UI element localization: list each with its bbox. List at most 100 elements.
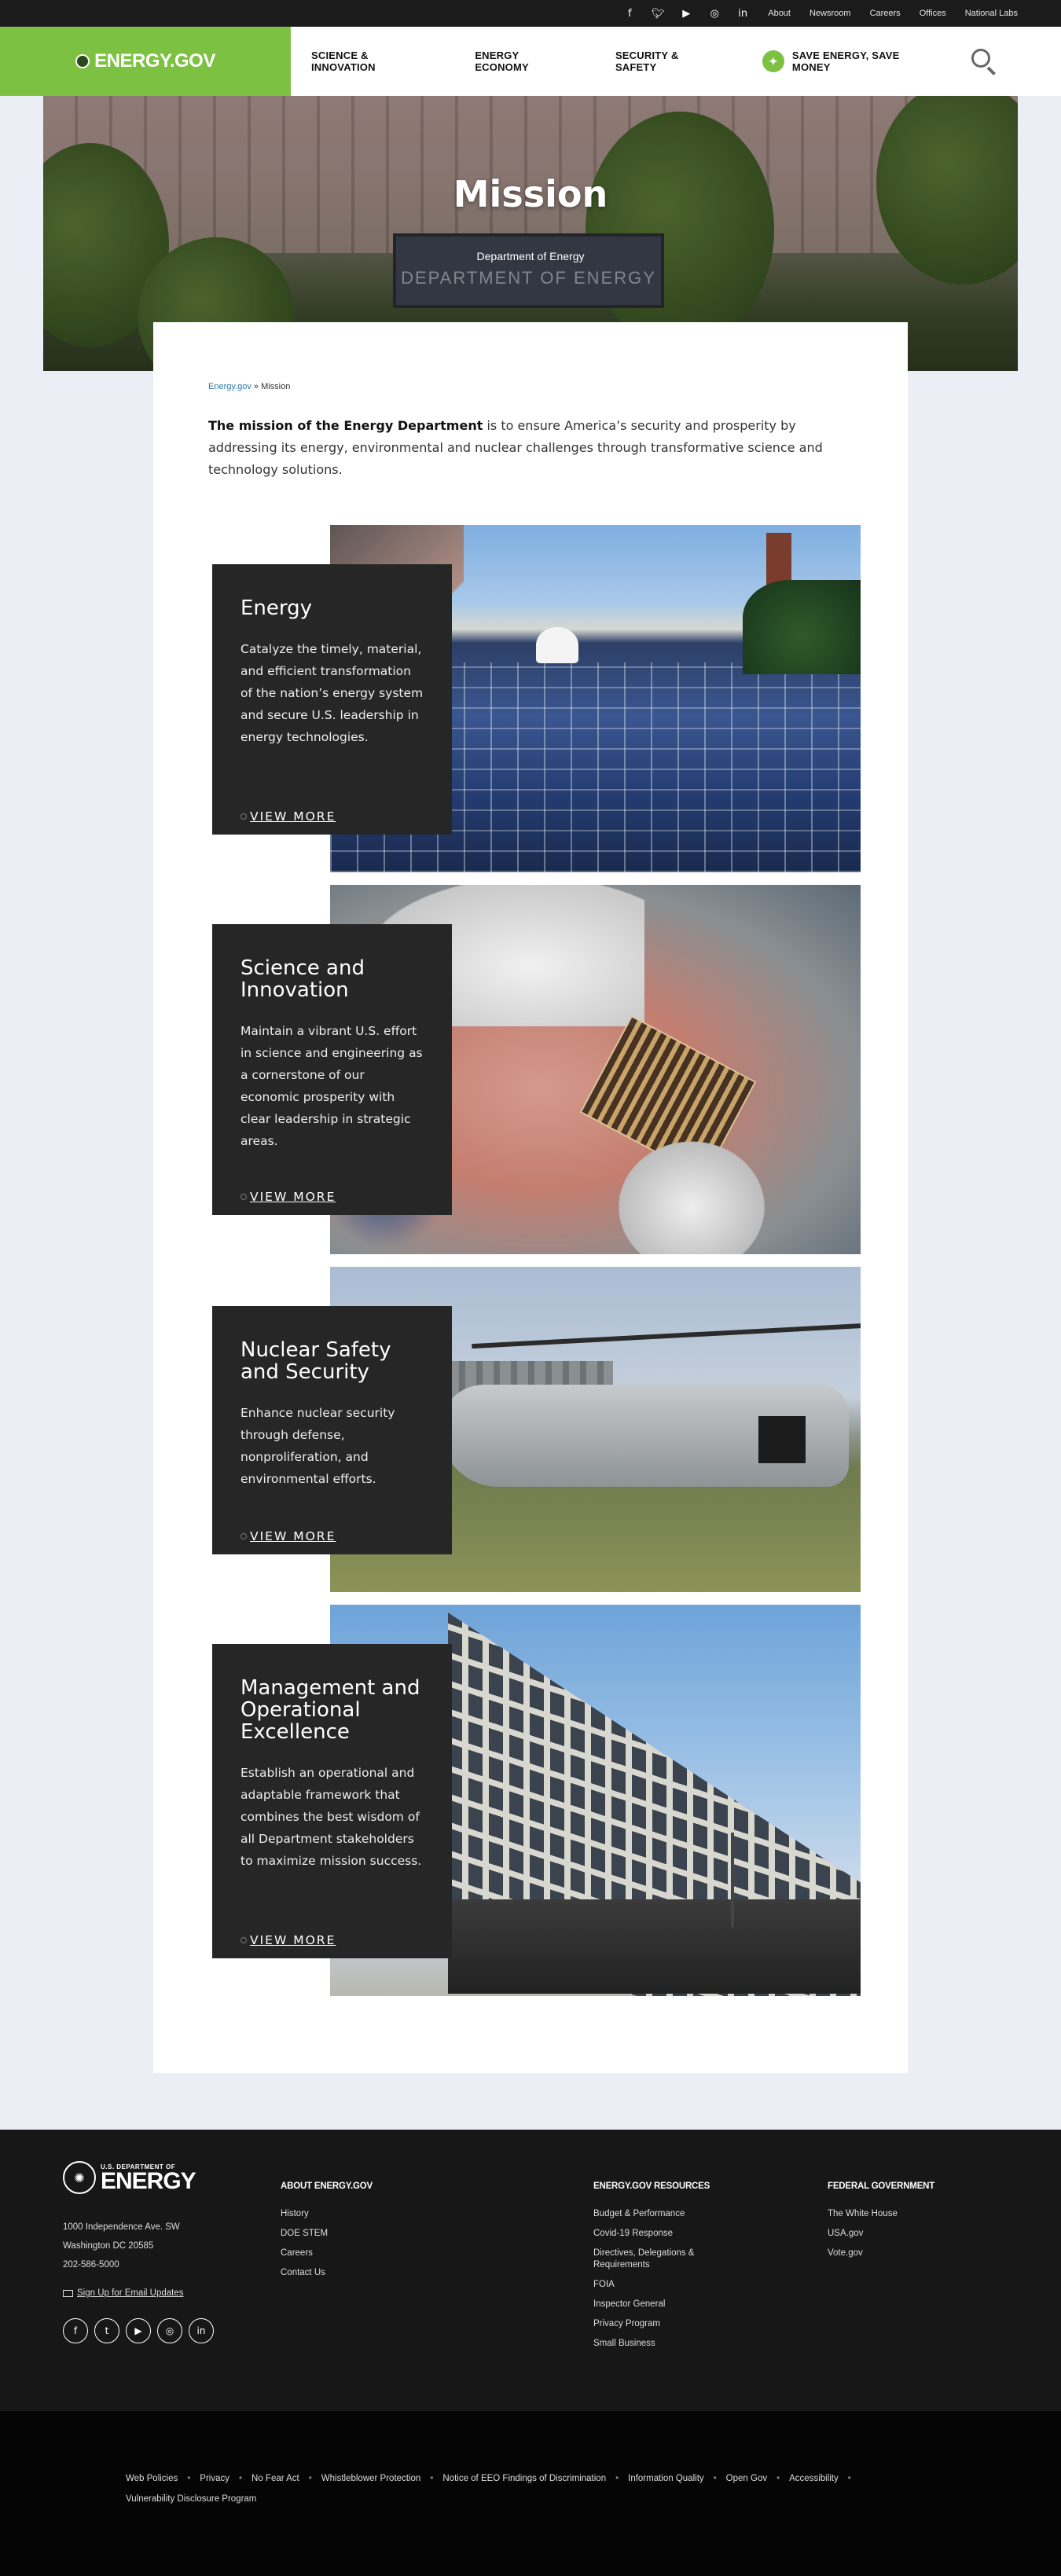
sub-footer: Web Policies • Privacy • No Fear Act • Whis…	[0, 2411, 1061, 2576]
site-header: ENERGY.GOV SCIENCE & INNOVATION ENERGY E…	[0, 27, 1061, 96]
nav-science-innovation[interactable]: SCIENCE & INNOVATION	[311, 50, 435, 73]
mission-card: Management and Operational Excellence Es…	[212, 1644, 452, 1958]
nav-save-energy[interactable]: ✦ SAVE ENERGY, SAVE MONEY	[762, 50, 940, 73]
utility-bar: f 🐦︎ ▶ ◎ in About Newsroom Careers Offic…	[0, 0, 1061, 27]
utility-link-offices[interactable]: Offices	[920, 9, 946, 18]
legal-link-open-gov[interactable]: Open Gov	[726, 2474, 767, 2483]
nav-security-safety[interactable]: SECURITY & SAFETY	[615, 50, 722, 73]
linkedin-icon[interactable]: in	[189, 2318, 214, 2343]
instagram-icon[interactable]: ◎	[157, 2318, 182, 2343]
footer-logo-big: ENERGY	[101, 2167, 196, 2194]
footer-col-title: FEDERAL GOVERNMENT	[828, 2182, 935, 2191]
view-more-link[interactable]: VIEW MORE	[240, 809, 336, 824]
mission-block-science: Science and Innovation Maintain a vibran…	[208, 885, 864, 1254]
footer-link-contact[interactable]: Contact Us	[281, 2267, 593, 2279]
legal-link-vulnerability-disclosure[interactable]: Vulnerability Disclosure Program	[126, 2494, 256, 2504]
chevron-icon	[240, 813, 247, 820]
address-line-2: Washington DC 20585	[63, 2241, 154, 2251]
view-more-label: VIEW MORE	[250, 1529, 336, 1543]
utility-links: About Newsroom Careers Offices National …	[768, 9, 1018, 18]
footer-address: 1000 Independence Ave. SW Washington DC …	[63, 2218, 281, 2274]
site-logo[interactable]: ENERGY.GOV	[0, 27, 291, 96]
chevron-icon	[240, 1937, 247, 1943]
nav-save-energy-label: SAVE ENERGY, SAVE MONEY	[791, 50, 900, 73]
breadcrumb: Energy.gov » Mission	[208, 382, 853, 391]
utility-link-careers[interactable]: Careers	[870, 9, 901, 18]
instagram-icon[interactable]: ◎	[708, 7, 721, 20]
linkedin-icon[interactable]: in	[736, 7, 749, 20]
utility-social-links: f 🐦︎ ▶ ◎ in	[623, 7, 749, 20]
facebook-icon[interactable]: f	[623, 7, 636, 20]
footer-link-covid[interactable]: Covid-19 Response	[593, 2228, 828, 2240]
mission-card: Energy Catalyze the timely, material, an…	[212, 564, 452, 835]
logo-text: ENERGY.GOV	[94, 50, 215, 72]
footer-link-history[interactable]: History	[281, 2208, 593, 2220]
mission-statement-bold: The mission of the Energy Department	[208, 418, 483, 433]
legal-link-whistleblower[interactable]: Whistleblower Protection	[321, 2474, 421, 2483]
footer-link-inspector-general[interactable]: Inspector General	[593, 2299, 828, 2310]
legal-link-web-policies[interactable]: Web Policies	[126, 2474, 178, 2483]
legal-link-no-fear-act[interactable]: No Fear Act	[251, 2474, 299, 2483]
envelope-icon	[63, 2289, 73, 2297]
utility-link-newsroom[interactable]: Newsroom	[810, 9, 851, 18]
mission-card-text: Catalyze the timely, material, and effic…	[240, 642, 424, 744]
footer-link-directives[interactable]: Directives, Delegations & Requirements	[593, 2248, 735, 2271]
youtube-icon[interactable]: ▶	[680, 7, 692, 20]
search-icon[interactable]	[968, 46, 1000, 77]
view-more-link[interactable]: VIEW MORE	[240, 1933, 336, 1947]
footer-col-title: ENERGY.GOV RESOURCES	[593, 2182, 710, 2191]
utility-link-national-labs[interactable]: National Labs	[965, 9, 1018, 18]
twitter-icon[interactable]: t	[94, 2318, 119, 2343]
view-more-link[interactable]: VIEW MORE	[240, 1529, 336, 1543]
legal-link-privacy[interactable]: Privacy	[200, 2474, 229, 2483]
legal-link-eeo-findings[interactable]: Notice of EEO Findings of Discrimination	[442, 2474, 606, 2483]
mission-card-title: Science and Innovation	[240, 956, 365, 1002]
footer-link-budget[interactable]: Budget & Performance	[593, 2208, 828, 2220]
footer-link-foia[interactable]: FOIA	[593, 2279, 828, 2291]
footer-col-about: ABOUT ENERGY.GOV History DOE STEM Career…	[281, 2182, 593, 2411]
mission-card-text: Enhance nuclear security through defense…	[240, 1406, 395, 1486]
utility-link-about[interactable]: About	[768, 9, 791, 18]
footer-social-links: f t ▶ ◎ in	[63, 2318, 281, 2343]
legal-link-information-quality[interactable]: Information Quality	[628, 2474, 704, 2483]
footer-logo[interactable]: ✺ U.S. DEPARTMENT OF ENERGY	[63, 2161, 281, 2194]
lightbulb-icon: ✦	[762, 50, 784, 72]
footer-col-resources: ENERGY.GOV RESOURCES Budget & Performanc…	[593, 2182, 828, 2411]
facebook-icon[interactable]: f	[63, 2318, 88, 2343]
mission-card-title: Management and Operational Excellence	[240, 1676, 420, 1744]
footer-link-doe-stem[interactable]: DOE STEM	[281, 2228, 593, 2240]
footer-col-title: ABOUT ENERGY.GOV	[281, 2182, 373, 2191]
doe-seal-icon: ✺	[63, 2161, 96, 2194]
footer-link-careers[interactable]: Careers	[281, 2248, 593, 2259]
main-nav: SCIENCE & INNOVATION ENERGY ECONOMY SECU…	[311, 50, 940, 73]
mission-card: Nuclear Safety and Security Enhance nucl…	[212, 1306, 452, 1554]
breadcrumb-separator: »	[253, 382, 259, 391]
mission-card-text: Maintain a vibrant U.S. effort in scienc…	[240, 1024, 423, 1148]
footer-link-vote-gov[interactable]: Vote.gov	[828, 2248, 945, 2259]
footer-link-privacy-program[interactable]: Privacy Program	[593, 2318, 828, 2330]
footer-link-white-house[interactable]: The White House	[828, 2208, 945, 2220]
youtube-icon[interactable]: ▶	[126, 2318, 151, 2343]
mission-card-title: Energy	[240, 596, 313, 620]
doe-seal-icon	[75, 54, 90, 68]
main-content: Energy.gov » Mission The mission of the …	[153, 322, 908, 2073]
page-title: Mission	[453, 173, 608, 215]
legal-link-accessibility[interactable]: Accessibility	[789, 2474, 839, 2483]
mission-block-nuclear: Nuclear Safety and Security Enhance nucl…	[208, 1267, 864, 1592]
twitter-icon[interactable]: 🐦︎	[652, 7, 665, 20]
site-footer: ✺ U.S. DEPARTMENT OF ENERGY 1000 Indepen…	[0, 2130, 1061, 2411]
mission-block-management: Management and Operational Excellence Es…	[208, 1605, 864, 1996]
email-signup-label: Sign Up for Email Updates	[77, 2288, 184, 2298]
breadcrumb-home[interactable]: Energy.gov	[208, 382, 251, 391]
mission-statement: The mission of the Energy Department is …	[208, 415, 837, 481]
breadcrumb-current: Mission	[261, 382, 291, 391]
mission-card: Science and Innovation Maintain a vibran…	[212, 924, 452, 1215]
page-subtitle: Department of Energy	[476, 250, 585, 262]
footer-link-usa-gov[interactable]: USA.gov	[828, 2228, 945, 2240]
view-more-link[interactable]: VIEW MORE	[240, 1190, 336, 1204]
email-signup-link[interactable]: Sign Up for Email Updates	[63, 2288, 281, 2298]
legal-links: Web Policies • Privacy • No Fear Act • Whis…	[126, 2474, 851, 2504]
footer-link-small-business[interactable]: Small Business	[593, 2338, 828, 2350]
footer-contact: ✺ U.S. DEPARTMENT OF ENERGY 1000 Indepen…	[63, 2161, 281, 2411]
nav-energy-economy[interactable]: ENERGY ECONOMY	[475, 50, 575, 73]
